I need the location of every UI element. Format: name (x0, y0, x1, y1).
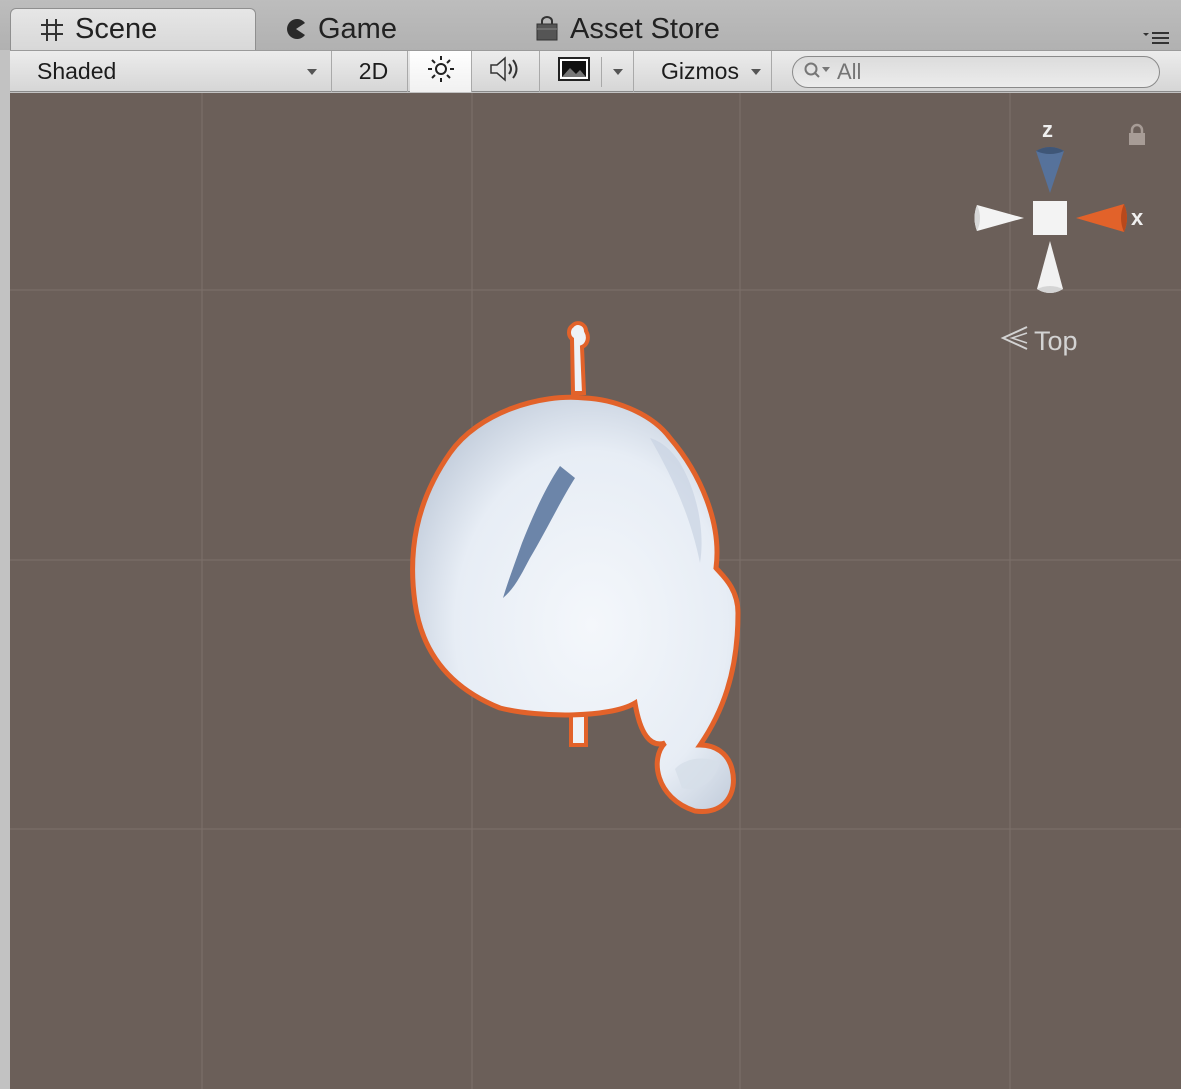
tab-asset-store-label: Asset Store (570, 12, 720, 45)
scene-viewport[interactable]: z x Top (10, 93, 1181, 1089)
x-axis-label: x (1131, 205, 1144, 230)
audio-toggle-button[interactable] (472, 51, 540, 92)
z-axis-label: z (1042, 117, 1053, 142)
speaker-icon (489, 55, 523, 89)
pacman-icon (284, 17, 308, 41)
view-label-text: Top (1034, 326, 1078, 356)
draw-mode-dropdown[interactable]: Shaded (10, 51, 332, 92)
scene-toolbar: Shaded 2D Gizmos All (10, 50, 1181, 92)
view-projection-label[interactable]: Top (1000, 325, 1078, 358)
tab-game-label: Game (318, 12, 397, 45)
tab-game[interactable]: Game (256, 8, 506, 50)
tab-asset-store[interactable]: Asset Store (506, 8, 766, 50)
perspective-icon (1000, 325, 1030, 358)
sun-icon (427, 55, 455, 89)
search-input[interactable] (837, 59, 1137, 85)
neg-z-axis-cone (1037, 241, 1063, 293)
neg-x-axis-cone (974, 205, 1024, 231)
x-axis-cone (1076, 204, 1127, 232)
draw-mode-label: Shaded (37, 58, 117, 84)
gizmos-dropdown[interactable]: Gizmos (648, 51, 772, 92)
chevron-down-icon (613, 68, 623, 75)
tab-bar: Scene Game Asset Store (0, 0, 1181, 50)
selected-model[interactable] (390, 318, 750, 828)
tab-scene-label: Scene (75, 13, 158, 45)
lock-icon[interactable] (1127, 123, 1147, 152)
shopping-bag-icon (534, 16, 560, 42)
search-field[interactable] (792, 56, 1160, 88)
scene-window: Scene Game Asset Store Shaded 2D Gizmos … (0, 0, 1181, 1089)
2d-label: 2D (358, 58, 389, 84)
image-icon (558, 56, 590, 87)
divider (601, 56, 602, 87)
tab-scene[interactable]: Scene (10, 8, 256, 50)
lighting-toggle-button[interactable] (410, 51, 472, 92)
chevron-down-icon (307, 68, 317, 75)
search-icon (803, 60, 833, 85)
effects-dropdown[interactable] (540, 51, 634, 92)
gizmos-label: Gizmos (661, 58, 739, 84)
center-cube (1033, 201, 1067, 235)
2d-toggle-button[interactable]: 2D (340, 51, 408, 92)
chevron-down-icon (751, 68, 761, 75)
grid-hash-icon (39, 17, 65, 43)
panel-menu-icon[interactable] (1143, 30, 1169, 46)
